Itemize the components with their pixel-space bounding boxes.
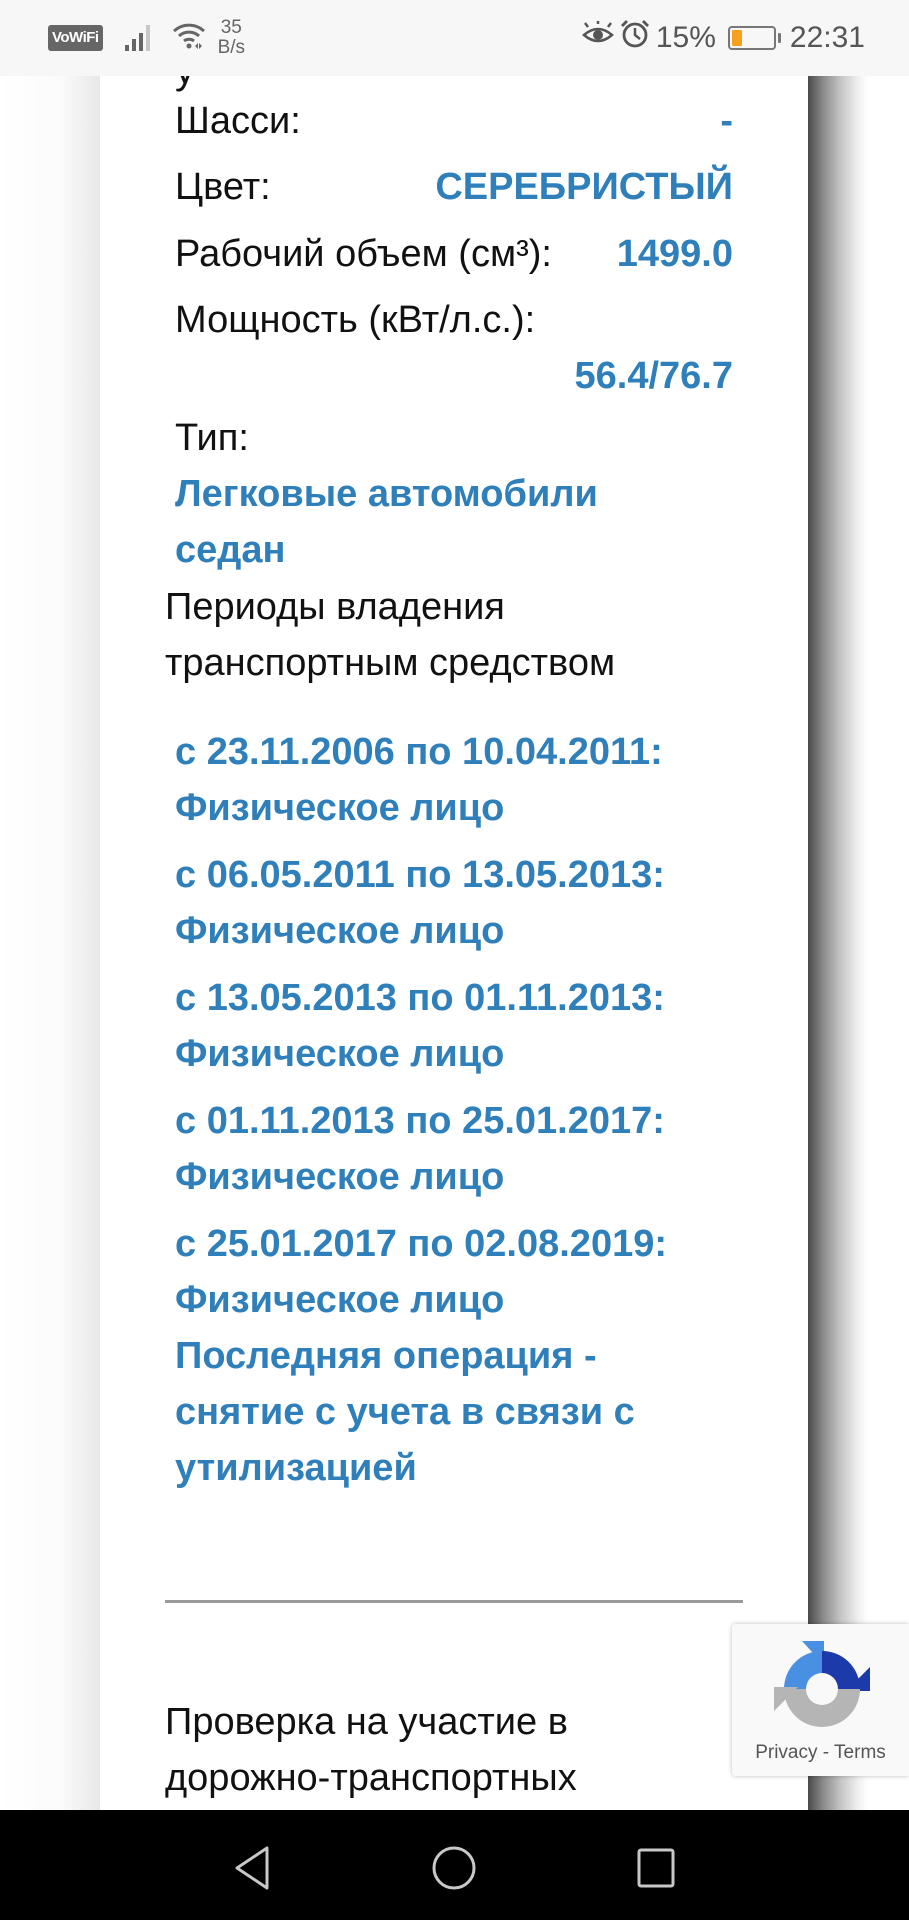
period-owner: Физическое лицо [175,1156,505,1198]
period-range: с 23.11.2006 по 10.04.2011: [175,731,663,773]
recents-icon [637,1848,675,1888]
battery-icon [727,26,781,50]
period-range: с 13.05.2013 по 01.11.2013: [175,977,665,1019]
period-owner: Физическое лицо [175,1279,505,1321]
last-operation-line: снятие с учета в связи с [175,1391,635,1433]
heading-line: Проверка на участие в [165,1701,568,1743]
field-value: - [720,100,733,142]
heading-line: дорожно-транспортных [165,1757,577,1799]
battery-level-fill [731,30,742,46]
field-value: СЕРЕБРИСТЫЙ [435,166,733,208]
status-bar-right: 15% 22:31 [581,0,865,76]
vowifi-icon: VoWiFi [48,25,103,51]
privacy-link[interactable]: Privacy [755,1742,817,1763]
recaptcha-links: Privacy - Terms [732,1742,909,1764]
ownership-period: с 01.11.2013 по 25.01.2017: Физическое л… [175,1093,665,1205]
period-range: с 01.11.2013 по 25.01.2017: [175,1100,665,1142]
ownership-period: с 06.05.2011 по 13.05.2013: Физическое л… [175,847,665,959]
home-icon [432,1846,476,1890]
terms-link[interactable]: Terms [834,1742,886,1763]
field-value: 1499.0 [616,233,733,275]
period-owner: Физическое лицо [175,787,505,829]
recaptcha-logo-icon [772,1639,872,1739]
link-separator: - [817,1742,835,1763]
navigation-bar [0,1810,909,1920]
heading-line: транспортным средством [165,642,616,684]
web-page[interactable]: у Шасси: - Цвет: СЕРЕБРИСТЫЙ Рабочий объ… [0,76,909,1810]
ownership-period: с 25.01.2017 по 02.08.2019: Физическое л… [175,1216,667,1328]
network-speed: 35 B/s [218,18,245,58]
home-button[interactable] [426,1840,482,1896]
clipped-field-text: у [175,76,195,93]
signal-icon [124,25,150,51]
wifi-icon [172,22,206,55]
field-type-label: Тип: [175,417,249,459]
status-bar: VoWiFi 35 B/s 15% 22:31 [0,0,909,76]
period-range: с 06.05.2011 по 13.05.2013: [175,854,665,896]
period-owner: Физическое лицо [175,910,505,952]
recaptcha-badge[interactable]: Privacy - Terms [732,1624,909,1776]
network-speed-value: 35 [220,17,242,38]
battery-percent: 15% [655,21,716,54]
type-value-line: седан [175,529,286,571]
field-label: Цвет: [175,166,271,208]
accident-check-heading: Проверка на участие в дорожно-транспортн… [165,1694,577,1810]
ownership-heading: Периоды владения транспортным средством [165,579,615,691]
ownership-period: с 13.05.2013 по 01.11.2013: Физическое л… [175,970,665,1082]
back-icon [235,1846,269,1890]
last-operation-line: Последняя операция - [175,1335,597,1377]
status-bar-left: VoWiFi 35 B/s [48,0,245,76]
period-owner: Физическое лицо [175,1033,505,1075]
type-value-line: Легковые автомобили [175,473,598,515]
field-label: Мощность (кВт/л.с.): [175,299,536,341]
section-divider [165,1600,743,1603]
card-shadow-right [808,76,868,1810]
ownership-period: с 23.11.2006 по 10.04.2011: Физическое л… [175,724,663,836]
page-margin-left [0,76,100,1810]
field-power: Мощность (кВт/л.с.): 56.4/76.7 [175,299,733,409]
last-operation-line: утилизацией [175,1447,417,1489]
alarm-icon [620,19,650,57]
field-label: Шасси: [175,100,301,142]
network-speed-unit: B/s [217,37,246,58]
recents-button[interactable] [628,1840,684,1896]
field-label: Рабочий объем (см³): [175,233,552,275]
period-range: с 25.01.2017 по 02.08.2019: [175,1223,667,1265]
field-type-value: Легковые автомобили седан [175,466,598,578]
heading-line: Периоды владения [165,586,505,628]
field-value: 56.4/76.7 [574,355,733,397]
eye-comfort-icon [581,21,614,55]
back-button[interactable] [225,1840,281,1896]
last-operation: Последняя операция - снятие с учета в св… [175,1328,635,1496]
clock: 22:31 [789,21,865,54]
